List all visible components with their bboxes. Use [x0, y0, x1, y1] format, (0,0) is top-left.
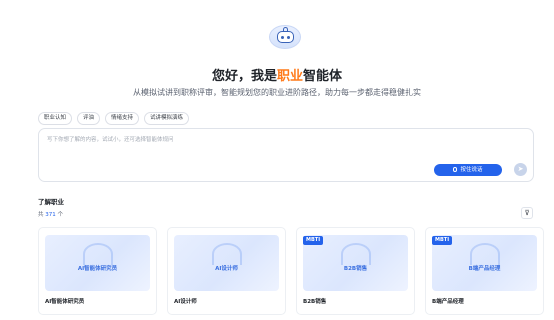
count-suffix: 个 — [57, 212, 64, 218]
chip-emotional-support[interactable]: 情绪支持 — [105, 112, 140, 125]
hero-title: 您好，我是职业智能体 — [0, 65, 554, 84]
career-card[interactable]: B端产品经理 MBTI B端产品经理 — [425, 227, 544, 315]
chip-teaching-practice[interactable]: 试讲模拟演练 — [144, 112, 190, 125]
section-title: 了解职业 — [38, 198, 64, 206]
card-thumbnail: AI智能体研究员 — [45, 235, 150, 291]
hero-title-prefix: 您好，我是 — [211, 69, 277, 84]
send-icon: ➤ — [517, 165, 524, 173]
quick-chips: 职业认知 评油 情绪支持 试讲模拟演练 — [38, 112, 190, 125]
card-thumb-label: B2B销售 — [343, 266, 368, 272]
voice-button-label: 按住说话 — [460, 167, 483, 173]
card-thumb-label: AI设计师 — [215, 266, 238, 272]
chip-career-cognition[interactable]: 职业认知 — [38, 112, 73, 125]
wifi-decor-icon — [83, 243, 113, 265]
career-count: 共 371 个 — [38, 210, 63, 218]
chat-input-placeholder: 写下你想了解的内容，试试小，还可选择智能体规问 — [47, 137, 174, 143]
card-thumb-label: AI智能体研究员 — [77, 266, 118, 272]
filter-icon: ⊽ — [524, 209, 530, 217]
card-thumb-label: B端产品经理 — [468, 266, 501, 272]
card-thumbnail: AI设计师 — [174, 235, 279, 291]
send-button[interactable]: ➤ — [514, 163, 527, 176]
wifi-decor-icon — [341, 243, 371, 265]
robot-eye-left — [281, 36, 284, 39]
hero-title-accent: 职业 — [276, 69, 303, 84]
wifi-decor-icon — [470, 243, 500, 265]
chat-input-box[interactable]: 写下你想了解的内容，试试小，还可选择智能体规问 按住说话 ➤ — [38, 128, 534, 182]
hero-title-suffix: 智能体 — [303, 69, 343, 84]
voice-button[interactable]: 按住说话 — [434, 164, 502, 176]
robot-avatar-icon — [269, 25, 301, 49]
career-cards: AI智能体研究员 AI智能体研究员 AI设计师 AI设计师 B2B销售 MBTI… — [38, 227, 544, 315]
robot-eye-right — [287, 36, 290, 39]
count-value: 371 — [45, 212, 56, 218]
mbti-badge: MBTI — [303, 236, 324, 245]
count-prefix: 共 — [38, 212, 44, 218]
card-name: AI设计师 — [174, 299, 197, 305]
hero-subtitle: 从模拟试讲到职称评审，智能规划您的职业进阶路径，助力每一步都走得稳健扎实 — [133, 88, 421, 97]
career-card[interactable]: AI设计师 AI设计师 — [167, 227, 286, 315]
wifi-decor-icon — [212, 243, 242, 265]
career-card[interactable]: B2B销售 MBTI B2B销售 — [296, 227, 415, 315]
career-card[interactable]: AI智能体研究员 AI智能体研究员 — [38, 227, 157, 315]
card-name: B端产品经理 — [432, 299, 464, 305]
mbti-badge: MBTI — [432, 236, 453, 245]
card-name: AI智能体研究员 — [45, 299, 85, 305]
filter-button[interactable]: ⊽ — [521, 207, 533, 219]
robot-head — [277, 31, 294, 43]
chip-evaluation[interactable]: 评油 — [77, 112, 101, 125]
microphone-icon — [453, 167, 458, 172]
card-name: B2B销售 — [303, 299, 327, 305]
